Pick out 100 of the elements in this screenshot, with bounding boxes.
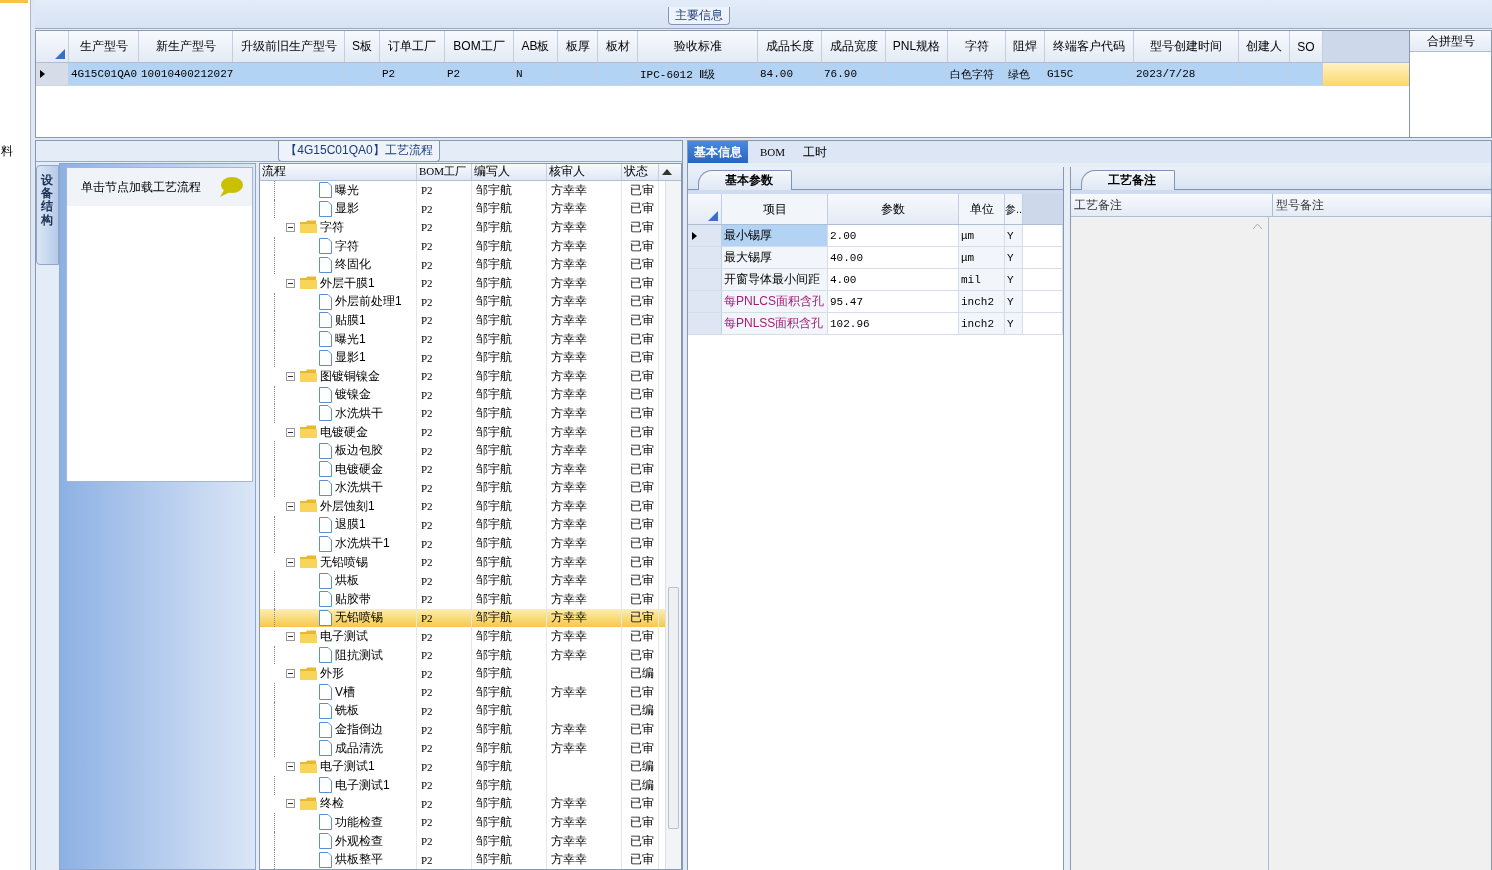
column-header[interactable]: 型号备注 <box>1273 194 1324 216</box>
column-header[interactable]: BOM工厂 <box>445 31 514 62</box>
tree-row[interactable]: 字符 P2 邹宇航 方幸幸 已审 <box>260 218 665 237</box>
column-header[interactable]: 创建人 <box>1239 31 1290 62</box>
table-cell[interactable]: 每PNLCS面积含孔 <box>722 291 828 312</box>
column-header[interactable]: 订单工厂 <box>380 31 445 62</box>
tree-row[interactable]: 电镀硬金 P2 邹宇航 方幸幸 已审 <box>260 422 665 442</box>
tab[interactable]: BOM <box>754 141 792 163</box>
tree-row[interactable]: 成品清洗 P2 邹宇航 方幸幸 已审 <box>260 738 665 758</box>
tree-row[interactable]: 图镀铜镍金 P2 邹宇航 方幸幸 已审 <box>260 366 665 386</box>
column-header[interactable]: 参.. <box>1005 194 1023 224</box>
tree-row[interactable]: 曝光 P2 邹宇航 方幸幸 已审 <box>260 181 665 200</box>
tree-row[interactable]: 贴膜1 P2 邹宇航 方幸幸 已审 <box>260 311 665 330</box>
collapse-icon[interactable] <box>286 632 295 642</box>
collapse-icon[interactable] <box>286 762 295 772</box>
scroll-thumb[interactable] <box>668 587 679 829</box>
collapse-icon[interactable] <box>286 371 295 381</box>
column-header[interactable]: 单位 <box>959 194 1005 224</box>
tree-row[interactable]: 板边包胶 P2 邹宇航 方幸幸 已审 <box>260 441 665 460</box>
tree-row[interactable]: 字符 P2 邹宇航 方幸幸 已审 <box>260 236 665 256</box>
column-header[interactable]: 阻焊 <box>1006 31 1045 62</box>
tree-row[interactable]: 外层干膜1 P2 邹宇航 方幸幸 已审 <box>260 273 665 293</box>
collapse-icon[interactable] <box>286 557 295 567</box>
column-header[interactable]: 板材 <box>598 31 638 62</box>
tree-row[interactable]: V槽 P2 邹宇航 方幸幸 已审 <box>260 683 665 702</box>
collapse-icon[interactable] <box>286 501 295 511</box>
column-header[interactable]: 成品长度 <box>758 31 822 62</box>
tab[interactable]: 基本参数 <box>698 170 792 190</box>
tree-row[interactable]: 终固化 P2 邹宇航 方幸幸 已审 <box>260 255 665 274</box>
tree-row[interactable]: 曝光1 P2 邹宇航 方幸幸 已审 <box>260 329 665 349</box>
tree-row[interactable]: 终检 P2 邹宇航 方幸幸 已审 <box>260 794 665 814</box>
collapse-icon[interactable] <box>286 278 295 288</box>
column-header[interactable]: 终端客户代码 <box>1045 31 1134 62</box>
tree-row[interactable]: 电子测试1 P2 邹宇航 已编 <box>260 776 665 795</box>
column-header[interactable]: BOM工厂 <box>417 164 472 180</box>
collapse-icon[interactable] <box>286 669 295 679</box>
tree-row[interactable]: 功能检查 P2 邹宇航 方幸幸 已审 <box>260 813 665 832</box>
tree-row[interactable]: 贴胶带 P2 邹宇航 方幸幸 已审 <box>260 590 665 609</box>
tree-row[interactable]: 电镀硬金 P2 邹宇航 方幸幸 已审 <box>260 459 665 479</box>
table-row[interactable]: 4G15C01QA0 10010400212027 P2 P2 N IPC-6012 Ⅱ级 84.00 76.90 白色字符 绿色 G15C 2023/7/28 <box>36 63 1409 86</box>
tree-row[interactable]: 无铅喷锡 P2 邹宇航 方幸幸 已审 <box>260 608 665 628</box>
tree-row[interactable]: 无铅喷锡 P2 邹宇航 方幸幸 已审 <box>260 552 665 572</box>
column-header[interactable]: 项目 <box>722 194 828 224</box>
column-header[interactable]: 合拼型号 <box>1410 31 1491 52</box>
column-header[interactable]: 工艺备注 <box>1071 194 1273 216</box>
column-header[interactable]: S板 <box>345 31 380 62</box>
table-cell: 方幸幸 <box>551 609 587 627</box>
current-cell[interactable] <box>1323 63 1409 85</box>
collapse-icon[interactable] <box>286 799 295 809</box>
table-cell[interactable]: 每PNLSS面积含孔 <box>722 313 828 334</box>
tree-row[interactable]: 外观检查 P2 邹宇航 方幸幸 已审 <box>260 831 665 851</box>
column-header[interactable]: 流程 <box>260 164 417 180</box>
column-header[interactable]: 状态 <box>622 164 659 180</box>
tree-row[interactable]: 烘板 P2 邹宇航 方幸幸 已审 <box>260 571 665 591</box>
column-header[interactable]: 成品宽度 <box>822 31 886 62</box>
tree-row[interactable]: 显影1 P2 邹宇航 方幸幸 已审 <box>260 348 665 367</box>
tab[interactable]: 工时 <box>797 141 834 163</box>
column-header[interactable]: PNL规格 <box>886 31 948 62</box>
table-cell: 已审 <box>630 628 654 646</box>
column-header[interactable]: 生产型号 <box>69 31 139 62</box>
tree-row[interactable]: 阻抗测试 P2 邹宇航 方幸幸 已审 <box>260 645 665 665</box>
tree-row[interactable]: 镀镍金 P2 邹宇航 方幸幸 已审 <box>260 385 665 405</box>
column-header[interactable]: 字符 <box>948 31 1006 62</box>
table-cell: 已审 <box>630 683 654 701</box>
tree-row[interactable]: 铣板 P2 邹宇航 已编 <box>260 701 665 721</box>
column-header[interactable]: 升级前旧生产型号 <box>233 31 345 62</box>
tree-row[interactable]: 水洗烘干 P2 邹宇航 方幸幸 已审 <box>260 404 665 423</box>
tree-row[interactable]: 水洗烘干1 P2 邹宇航 方幸幸 已审 <box>260 534 665 553</box>
tree-row[interactable]: 电子测试1 P2 邹宇航 已编 <box>260 757 665 776</box>
column-header[interactable]: 新生产型号 <box>139 31 233 62</box>
table-cell[interactable]: 最大锡厚 <box>722 247 828 268</box>
column-header[interactable]: 板厚 <box>558 31 598 62</box>
table-cell[interactable]: 最小锡厚 <box>722 225 828 246</box>
column-header[interactable]: 验收标准 <box>638 31 758 62</box>
column-header[interactable]: 编写人 <box>472 164 547 180</box>
table-cell: mil <box>959 269 1005 290</box>
tree-row[interactable]: 烘板整平 P2 邹宇航 方幸幸 已审 <box>260 850 665 869</box>
tree-row[interactable]: 外层前处理1 P2 邹宇航 方幸幸 已审 <box>260 292 665 312</box>
tree-row[interactable]: 显影 P2 邹宇航 方幸幸 已审 <box>260 199 665 219</box>
tree-row[interactable]: 外层蚀刻1 P2 邹宇航 方幸幸 已审 <box>260 497 665 516</box>
node-label: V槽 <box>335 683 355 701</box>
tab[interactable]: 工艺备注 <box>1081 170 1175 190</box>
tree-row[interactable]: 电子测试 P2 邹宇航 方幸幸 已审 <box>260 627 665 646</box>
scroll-up-icon[interactable] <box>661 169 672 175</box>
column-header[interactable]: 核审人 <box>547 164 622 180</box>
collapse-icon[interactable] <box>286 427 295 437</box>
column-header[interactable]: 型号创建时间 <box>1134 31 1239 62</box>
tree-row[interactable]: 退膜1 P2 邹宇航 方幸幸 已审 <box>260 515 665 535</box>
collapse-icon[interactable] <box>286 223 295 232</box>
side-tab[interactable]: 设备结构 <box>36 165 59 265</box>
table-cell[interactable]: 开窗导体最小间距 <box>722 269 828 290</box>
tree-row[interactable]: 金指倒边 P2 邹宇航 方幸幸 已审 <box>260 720 665 739</box>
table-cell: 方幸幸 <box>551 646 587 664</box>
column-header[interactable]: AB板 <box>514 31 558 62</box>
scrollbar[interactable] <box>665 181 681 869</box>
row-header[interactable] <box>688 225 722 246</box>
tab[interactable]: 基本信息 <box>688 141 748 163</box>
tree-row[interactable]: 水洗烘干 P2 邹宇航 方幸幸 已审 <box>260 478 665 498</box>
tree-row[interactable]: 外形 P2 邹宇航 已编 <box>260 664 665 684</box>
table-cell: 已审 <box>630 293 654 311</box>
